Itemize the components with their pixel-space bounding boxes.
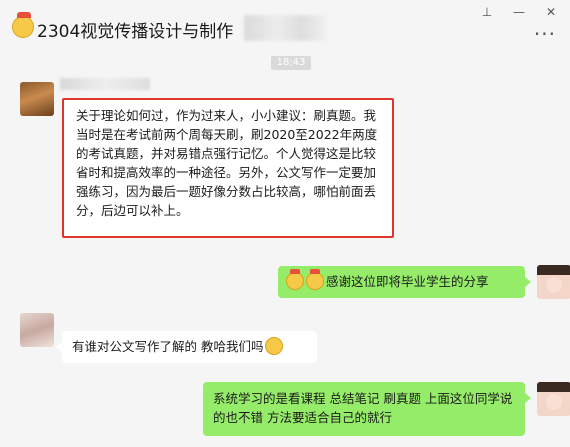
minimize-button[interactable]: — <box>508 2 530 22</box>
pin-button[interactable]: ⊥ <box>476 2 498 22</box>
bubble-tail <box>525 393 531 403</box>
bubble-tail <box>525 277 531 287</box>
message-text: 有谁对公文写作了解的 教哈我们吗 <box>72 339 264 354</box>
cheer-face-icon <box>306 269 324 290</box>
message-text: 关于理论如何过，作为过来人，小小建议：刷真题。我当时是在考试前两个周每天刷，刷2… <box>76 108 378 218</box>
avatar[interactable] <box>537 265 570 299</box>
avatar[interactable] <box>537 382 570 416</box>
redacted-sender-name <box>60 78 150 90</box>
group-emoji-icon <box>12 12 34 38</box>
chat-title: 2304视觉传播设计与制作 <box>37 22 234 42</box>
timestamp: 18:43 <box>271 56 311 70</box>
chat-message[interactable]: 感谢这位即将毕业学生的分享 <box>278 266 525 298</box>
avatar[interactable] <box>20 82 54 116</box>
window-controls: ⊥ — ✕ <box>476 2 562 22</box>
close-button[interactable]: ✕ <box>540 2 562 22</box>
avatar[interactable] <box>20 313 54 347</box>
more-options-button[interactable]: ··· <box>534 22 556 46</box>
chat-message-highlighted[interactable]: 关于理论如何过，作为过来人，小小建议：刷真题。我当时是在考试前两个周每天刷，刷2… <box>62 98 394 238</box>
cheer-face-icon <box>286 269 304 290</box>
chat-message[interactable]: 有谁对公文写作了解的 教哈我们吗 <box>62 331 317 363</box>
redacted-title-area <box>244 15 326 41</box>
chat-header: 2304视觉传播设计与制作 ⊥ — ✕ ··· <box>0 0 570 54</box>
message-text: 系统学习的是看课程 总结笔记 刷真题 上面这位同学说的也不错 方法要适合自己的就… <box>213 391 513 425</box>
message-text: 感谢这位即将毕业学生的分享 <box>326 274 489 289</box>
chat-message[interactable]: 系统学习的是看课程 总结笔记 刷真题 上面这位同学说的也不错 方法要适合自己的就… <box>203 382 525 436</box>
thinking-face-icon <box>265 337 284 355</box>
